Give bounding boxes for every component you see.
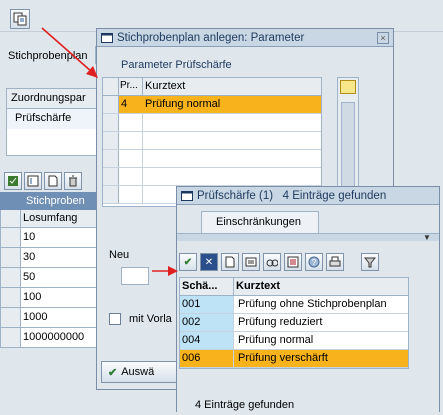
arrow-to-dialog [41, 27, 93, 73]
annotation-arrows [41, 27, 178, 276]
arrow-head-list [168, 266, 178, 276]
